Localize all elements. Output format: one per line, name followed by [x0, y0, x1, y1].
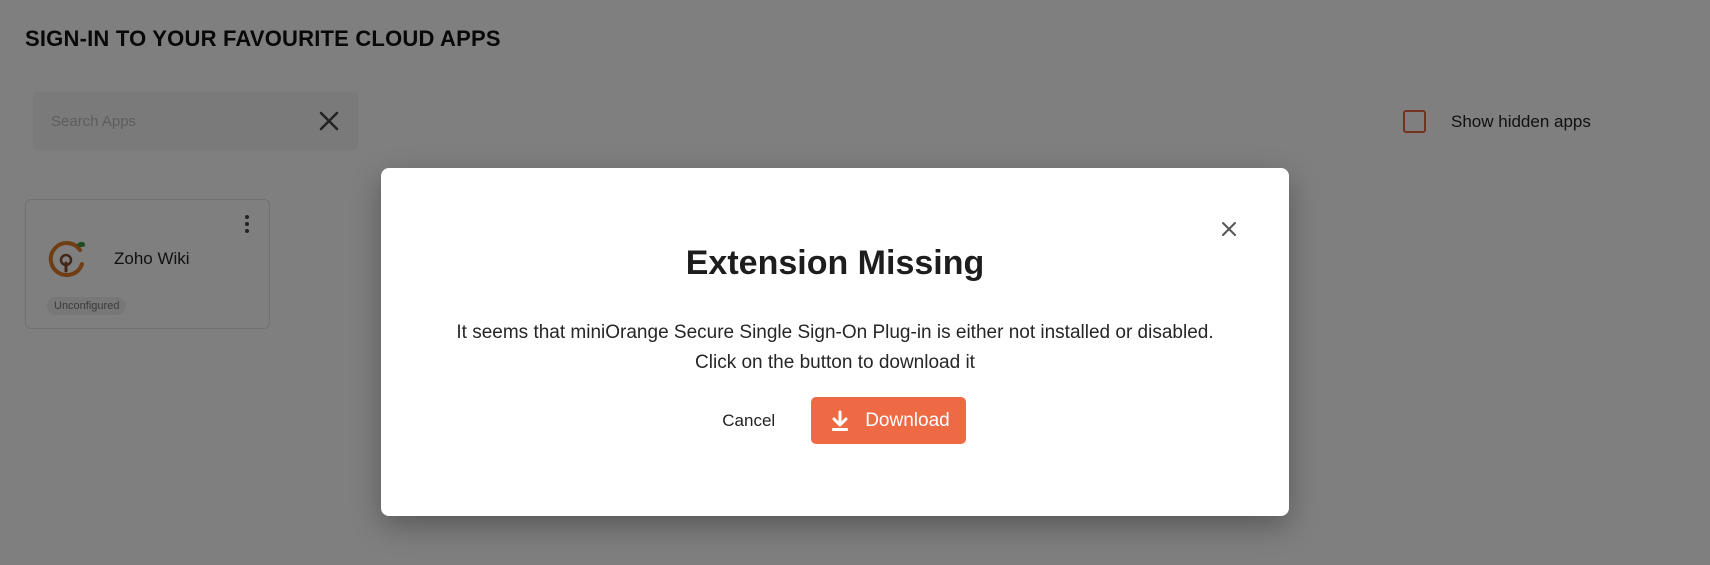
- dialog-actions: Cancel Download: [381, 397, 1289, 444]
- download-button[interactable]: Download: [811, 397, 966, 444]
- dialog-message-line-2: Click on the button to download it: [695, 352, 975, 373]
- extension-missing-dialog: Extension Missing It seems that miniOran…: [381, 168, 1289, 516]
- dialog-message-line-1: It seems that miniOrange Secure Single S…: [456, 322, 1214, 343]
- cancel-button[interactable]: Cancel: [704, 401, 793, 441]
- download-icon: [829, 410, 851, 432]
- dialog-title: Extension Missing: [685, 244, 985, 282]
- download-button-label: Download: [865, 409, 950, 431]
- dialog-message: It seems that miniOrange Secure Single S…: [381, 318, 1289, 378]
- close-icon[interactable]: [1218, 218, 1240, 240]
